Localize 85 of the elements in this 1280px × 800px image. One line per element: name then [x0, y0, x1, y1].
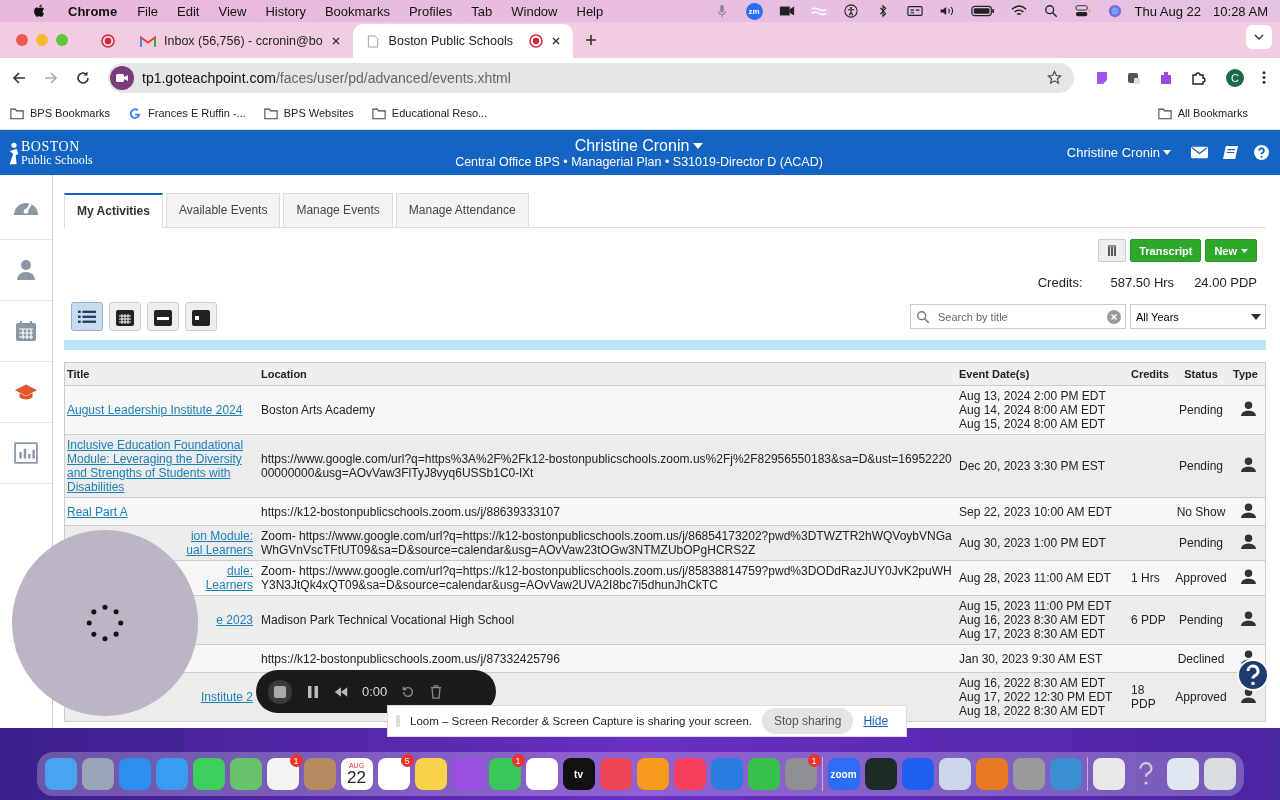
event-date: Aug 16, 2022 8:30 AM EDT [959, 676, 1107, 690]
menu-item[interactable]: View [218, 3, 247, 19]
event-title-link[interactable]: Inclusive Education Foundational Module: Leveraging the Diversity and Strengths of Students with Disabilities [67, 438, 257, 494]
credits-value: 18 PDP [1131, 683, 1156, 711]
all-bookmarks-item[interactable]: All Bookmarks [1157, 106, 1248, 120]
status-text: No Show [1175, 504, 1227, 519]
year-dropdown[interactable]: All Years [1130, 304, 1266, 329]
event-date: Sep 22, 2023 10:00 AM EDT [959, 504, 1113, 519]
event-title-link[interactable]: ion Module: [190, 529, 253, 543]
menu-item[interactable]: Bookmarks [324, 3, 390, 19]
bookmark-item[interactable]: Educational Reso... [371, 106, 488, 120]
location-text: Madison Park Technical Vocational High School [261, 613, 516, 627]
event-date: Aug 28, 2023 11:00 AM EDT [959, 571, 1112, 585]
menu-item[interactable]: Help [576, 3, 604, 19]
status-text: Pending [1177, 459, 1224, 473]
menu-item[interactable]: Profiles [408, 3, 453, 19]
event-title-link[interactable]: August Leadership Institute 2024 [67, 403, 243, 417]
event-title-link[interactable]: ual Learners [186, 543, 253, 557]
browser-tab[interactable]: Boston Public Schools [352, 24, 573, 58]
location-text: https://www.google.com/url?q=https%3A%2F%2Fk12-bostonpublicschools.zoom.us%2Fj%2F82956550183&sa=D&ust=1695222000000000&usg=AOvVaw3FlTyJ8vyq6USSb1C0-lXt [261, 452, 953, 480]
bookmark-item[interactable]: Frances E Ruffin -... [128, 106, 246, 120]
sharing-message: Loom – Screen Recorder & Screen Capture is sharing your screen. [410, 715, 752, 727]
credits-value: 1 Hrs [1131, 571, 1160, 585]
menu-bar-time[interactable]: 10:28 AM [1213, 3, 1268, 19]
event-date: Aug 16, 2023 8:30 AM EDT [959, 613, 1107, 627]
app-icon[interactable]: tv [562, 758, 595, 790]
recording-time: 0:00 [362, 684, 388, 699]
user-switcher[interactable]: Christine Cronin [574, 136, 704, 155]
menu-item[interactable]: Edit [177, 3, 200, 19]
event-date: Aug 18, 2022 8:30 AM EDT [959, 704, 1107, 718]
page-tab[interactable]: Manage Events [283, 193, 393, 227]
zoom-status-icon[interactable]: zm [745, 2, 763, 20]
menu-item[interactable]: Window [511, 3, 558, 19]
event-date: Aug 14, 2024 8:00 AM EDT [959, 403, 1107, 417]
event-date: Aug 15, 2024 8:00 AM EDT [959, 417, 1107, 431]
event-title-link[interactable]: e 2023 [216, 613, 253, 627]
menu-item[interactable]: File [137, 3, 159, 19]
menu-bar-date[interactable]: Thu Aug 22 [1134, 3, 1202, 19]
event-title-link[interactable]: Institute 2 [200, 690, 253, 704]
status-text: Declined [1176, 651, 1226, 666]
status-text: Approved [1174, 571, 1228, 585]
event-date: Jan 30, 2023 9:30 AM EST [959, 651, 1104, 666]
location-text: Boston Arts Academy [261, 403, 377, 417]
event-date: Aug 15, 2023 11:00 PM EDT [959, 599, 1113, 613]
event-date: Aug 17, 2022 12:30 PM EDT [959, 690, 1114, 704]
app-menu[interactable]: Chrome [68, 3, 118, 19]
status-text: Pending [1177, 613, 1224, 627]
address-bar[interactable]: tp1.goteachpoint.com/faces/user/pd/advanced/events.xhtml [108, 62, 1074, 93]
credits-label: Credits: [1037, 275, 1083, 290]
plan-subtitle: Central Office BPS • Managerial Plan • S31019-Director D (ACAD) [455, 154, 823, 169]
credit-hours: 587.50 Hrs [1110, 275, 1175, 290]
browser-tab[interactable]: Inbox (56,756) - ccronin@bo [128, 24, 353, 58]
event-title-link[interactable]: Real Part A [67, 504, 128, 519]
event-date: Dec 20, 2023 3:30 PM EST [959, 459, 1107, 473]
menu-item[interactable]: Tab [471, 3, 493, 19]
event-date: Aug 17, 2023 8:30 AM EDT [959, 627, 1107, 641]
bookmark-item[interactable]: BPS Websites [263, 106, 354, 120]
location-text: Zoom- https://www.google.com/url?q=https://k12-bostonpublicschools.zoom.us/j/85838814759?pwd%3DODdRazJUY0JvK2puWHY3N3JtQk4xQT09&sa=D&source=calendar&usg=AOvVaw2UVA2I8bc7i5dhunJhCkTC [261, 564, 953, 592]
menu-item[interactable]: History [265, 3, 306, 19]
credits-value: 6 PDP [1131, 613, 1166, 627]
user-menu[interactable]: Christine Cronin [1066, 145, 1171, 160]
status-text: Pending [1177, 536, 1224, 550]
column-header[interactable]: Title [67, 368, 90, 380]
search-field[interactable]: Search by title [910, 304, 1126, 329]
event-title-link[interactable]: dule: [226, 564, 253, 578]
search-input[interactable]: Search by title [936, 309, 1101, 324]
location-text: https://k12-bostonpublicschools.zoom.us/j/87332425796 [261, 651, 561, 666]
stop-sharing-button[interactable]: Stop sharing [762, 708, 854, 734]
event-date: Aug 13, 2024 2:00 PM EDT [959, 389, 1107, 403]
status-text: Approved [1174, 690, 1228, 704]
page-tab[interactable]: Manage Attendance [395, 193, 529, 227]
status-text: Pending [1177, 403, 1224, 417]
app-icon[interactable]: zoom [827, 758, 860, 790]
location-text: https://k12-bostonpublicschools.zoom.us/j/88639333107 [261, 504, 561, 519]
bookmark-item[interactable]: BPS Bookmarks [10, 106, 111, 120]
school-logo[interactable]: BOSTON Public Schools [8, 139, 308, 166]
location-text: Zoom- https://www.google.com/url?q=https://k12-bostonpublicschools.zoom.us/j/86854173202?pwd%3DTWZTR2hWQVoybVNGaWhGVnVscTFtUT09&sa=D&source=calendar&usg=AOvVaw23tOGw3NTMZUbOPgHCRS2Z [261, 529, 953, 557]
page-tab[interactable]: Available Events [165, 193, 281, 227]
event-date: Aug 30, 2023 1:00 PM EDT [959, 536, 1107, 550]
hide-link[interactable]: Hide [863, 714, 889, 728]
column-header[interactable]: Location [261, 368, 307, 380]
credit-pdp: 24.00 PDP [1194, 275, 1257, 290]
profile-avatar[interactable]: C [1226, 68, 1244, 87]
page-tab[interactable]: My Activities [64, 193, 163, 228]
event-title-link[interactable]: Learners [205, 578, 253, 592]
